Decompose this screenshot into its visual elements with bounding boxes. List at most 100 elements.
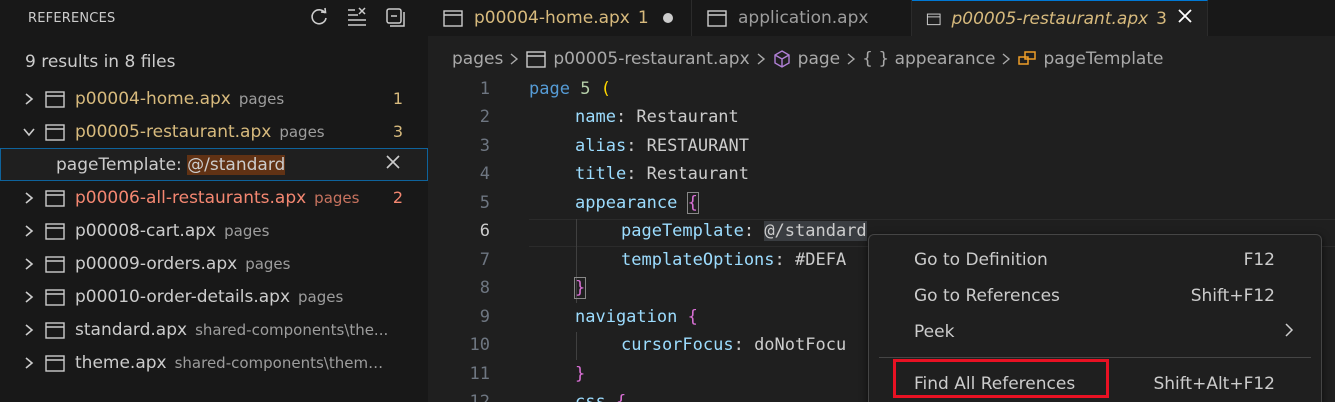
dismiss-result-icon[interactable] bbox=[385, 154, 401, 175]
reference-result-row[interactable]: pageTemplate: @/standard bbox=[0, 148, 428, 181]
file-icon bbox=[707, 10, 727, 27]
chevron-right-icon[interactable] bbox=[18, 290, 40, 304]
refresh-icon[interactable] bbox=[308, 6, 330, 28]
bracket: { bbox=[686, 192, 699, 214]
chevron-right-icon bbox=[756, 52, 766, 66]
tab-application[interactable]: application.apx bbox=[692, 0, 912, 36]
chevron-right-icon[interactable] bbox=[18, 257, 40, 271]
file-path: shared-components\the... bbox=[195, 320, 389, 339]
file-name: p00005-restaurant.apx bbox=[75, 121, 272, 142]
value: : RESTAURANT bbox=[626, 136, 750, 156]
line-number: 10 bbox=[469, 335, 490, 355]
code-line: templateOptions: #DEFA bbox=[621, 250, 846, 270]
menu-item-shortcut: Shift+Alt+F12 bbox=[1153, 374, 1275, 394]
tab-p00004-home[interactable]: p00004-home.apx 1 bbox=[428, 0, 692, 36]
unsaved-dot-icon[interactable] bbox=[662, 13, 673, 23]
property: appearance bbox=[575, 193, 678, 213]
chevron-right-icon bbox=[509, 52, 519, 66]
result-match: @/standard bbox=[187, 154, 286, 175]
file-icon bbox=[45, 222, 65, 240]
chevron-right-icon[interactable] bbox=[18, 323, 40, 337]
chevron-right-icon[interactable] bbox=[18, 92, 40, 106]
breadcrumb-item[interactable]: pageTemplate bbox=[1043, 49, 1163, 69]
reference-file-row[interactable]: p00006-all-restaurants.apx pages 2 bbox=[0, 181, 428, 214]
keyword: page bbox=[529, 79, 570, 99]
file-name: p00008-cart.apx bbox=[75, 220, 217, 241]
property: title bbox=[575, 164, 627, 184]
reference-file-row[interactable]: p00009-orders.apx pages bbox=[0, 247, 428, 280]
chevron-right-icon bbox=[1283, 322, 1295, 343]
file-path: pages bbox=[238, 89, 285, 108]
menu-item-shortcut: F12 bbox=[1243, 250, 1275, 270]
code-line: alias: RESTAURANT bbox=[575, 136, 749, 156]
references-panel: REFERENCES 9 results in 8 files p00004-h… bbox=[0, 0, 428, 402]
chevron-right-icon[interactable] bbox=[18, 224, 40, 238]
bracket: { bbox=[687, 307, 698, 327]
chevron-right-icon[interactable] bbox=[18, 356, 40, 370]
menu-item-label: Go to References bbox=[914, 286, 1060, 306]
file-icon bbox=[525, 48, 547, 70]
reference-file-row[interactable]: p00004-home.apx pages 1 bbox=[0, 82, 428, 115]
file-name: p00009-orders.apx bbox=[75, 253, 238, 274]
menu-item-peek[interactable]: Peek bbox=[869, 315, 1321, 349]
collapse-all-icon[interactable] bbox=[384, 6, 406, 28]
line-number: 7 bbox=[479, 250, 490, 270]
result-count: 1 bbox=[392, 89, 403, 108]
menu-item-shortcut: Shift+F12 bbox=[1190, 286, 1275, 306]
clear-results-icon[interactable] bbox=[346, 6, 368, 28]
breadcrumb-item[interactable]: page bbox=[798, 49, 840, 69]
file-name: standard.apx bbox=[75, 319, 188, 340]
chevron-down-icon[interactable] bbox=[18, 125, 40, 139]
property: css bbox=[575, 392, 606, 402]
reference-file-row[interactable]: standard.apx shared-components\the... bbox=[0, 313, 428, 346]
bracket: { bbox=[615, 392, 627, 402]
menu-item-go-to-references[interactable]: Go to References Shift+F12 bbox=[869, 279, 1321, 313]
reference-file-row[interactable]: p00010-order-details.apx pages bbox=[0, 280, 428, 313]
file-path: pages bbox=[314, 188, 360, 207]
property: templateOptions bbox=[621, 250, 775, 270]
bracket: ( bbox=[600, 79, 611, 99]
file-icon bbox=[45, 255, 65, 273]
references-actions bbox=[308, 6, 406, 28]
reference-file-row[interactable]: p00005-restaurant.apx pages 3 bbox=[0, 115, 428, 148]
code-line: css { bbox=[575, 392, 626, 402]
file-name: p00004-home.apx bbox=[75, 88, 231, 109]
code-line: cursorFocus: doNotFocu bbox=[621, 335, 846, 355]
result-count: 3 bbox=[392, 122, 403, 141]
close-tab-icon[interactable] bbox=[1177, 8, 1193, 29]
file-path: pages bbox=[245, 254, 291, 273]
breadcrumb: pages p00005-restaurant.apx page { } app… bbox=[452, 44, 1163, 74]
line-number: 11 bbox=[469, 364, 490, 384]
property: cursorFocus bbox=[621, 335, 734, 355]
breadcrumb-item[interactable]: p00005-restaurant.apx bbox=[553, 49, 749, 69]
tab-label: application.apx bbox=[738, 8, 869, 28]
file-name: p00010-order-details.apx bbox=[75, 286, 291, 307]
file-icon bbox=[45, 354, 65, 372]
property-icon bbox=[1017, 49, 1037, 69]
property: navigation bbox=[575, 307, 678, 327]
code-line: page 5 ( bbox=[529, 79, 611, 99]
value: @/standard bbox=[764, 221, 867, 241]
line-number: 8 bbox=[479, 278, 490, 298]
property: alias bbox=[575, 136, 627, 156]
reference-file-row[interactable]: theme.apx shared-components\themes... bbox=[0, 346, 428, 379]
tab-p00005-restaurant[interactable]: p00005-restaurant.apx 3 bbox=[912, 0, 1208, 36]
cube-icon bbox=[772, 49, 792, 69]
breadcrumb-item[interactable]: pages bbox=[452, 49, 503, 69]
tab-label: p00005-restaurant.apx bbox=[951, 8, 1149, 29]
line-number: 5 bbox=[479, 193, 490, 213]
code-line: navigation { bbox=[575, 307, 698, 327]
breadcrumb-item[interactable]: { } appearance bbox=[862, 49, 995, 69]
indent-guide bbox=[576, 332, 577, 360]
result-text: pageTemplate: @/standard bbox=[56, 154, 286, 175]
property: name bbox=[575, 107, 616, 127]
file-path: pages bbox=[279, 122, 325, 141]
reference-file-row[interactable]: p00008-cart.apx pages bbox=[0, 214, 428, 247]
menu-item-go-to-definition[interactable]: Go to Definition F12 bbox=[869, 243, 1321, 277]
value: : Restaurant bbox=[615, 107, 739, 127]
chevron-right-icon[interactable] bbox=[18, 191, 40, 205]
value: : #DEFA bbox=[774, 250, 847, 270]
file-icon bbox=[45, 321, 65, 339]
code-line: } bbox=[575, 364, 585, 384]
file-path: pages bbox=[298, 287, 344, 306]
